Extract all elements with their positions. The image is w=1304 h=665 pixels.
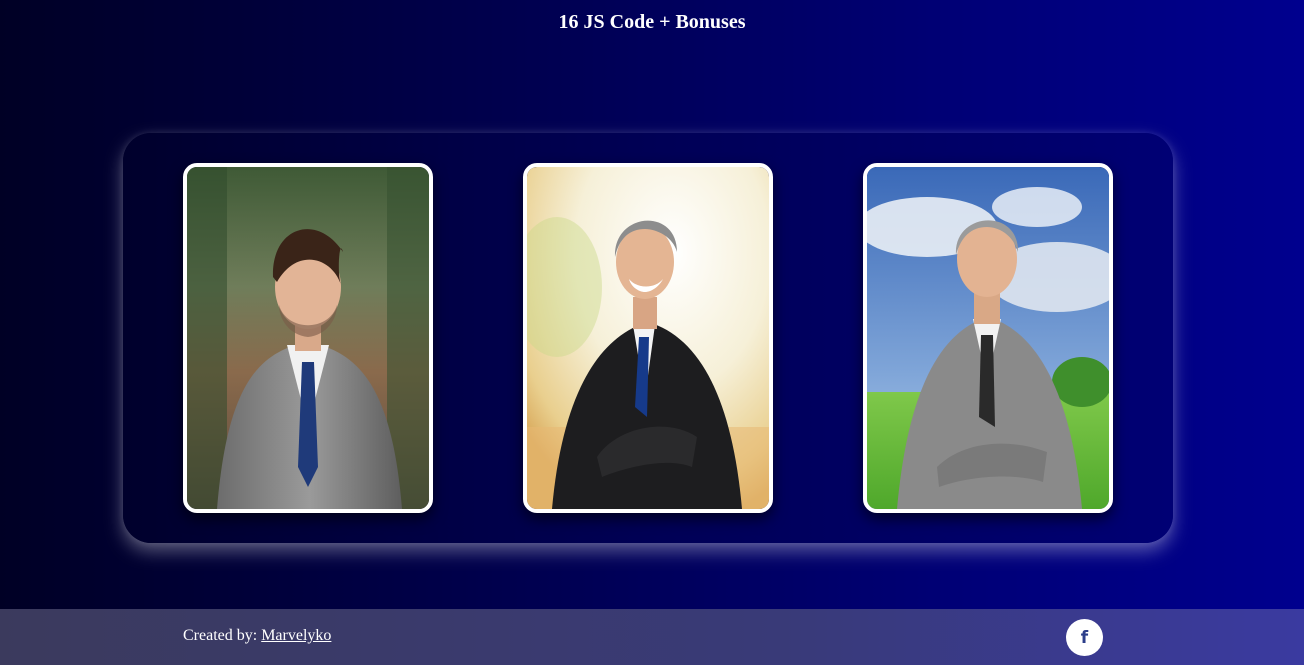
credit-prefix: Created by:	[183, 627, 262, 644]
portrait-photo-1	[187, 167, 429, 509]
portrait-card-2[interactable]	[523, 163, 773, 513]
author-link[interactable]: Marvelyko	[261, 627, 331, 644]
credit-text: Created by: Marvelyko	[183, 627, 331, 645]
portrait-card-3[interactable]	[863, 163, 1113, 513]
portrait-photo-3	[867, 167, 1109, 509]
card-gallery-panel	[123, 133, 1173, 543]
portrait-photo-2	[527, 167, 769, 509]
page-title: 16 JS Code + Bonuses	[558, 11, 746, 33]
facebook-glyph: f	[1080, 627, 1089, 648]
portrait-card-1[interactable]	[183, 163, 433, 513]
footer: Created by: Marvelyko f	[0, 609, 1304, 665]
facebook-icon[interactable]: f	[1066, 619, 1103, 656]
